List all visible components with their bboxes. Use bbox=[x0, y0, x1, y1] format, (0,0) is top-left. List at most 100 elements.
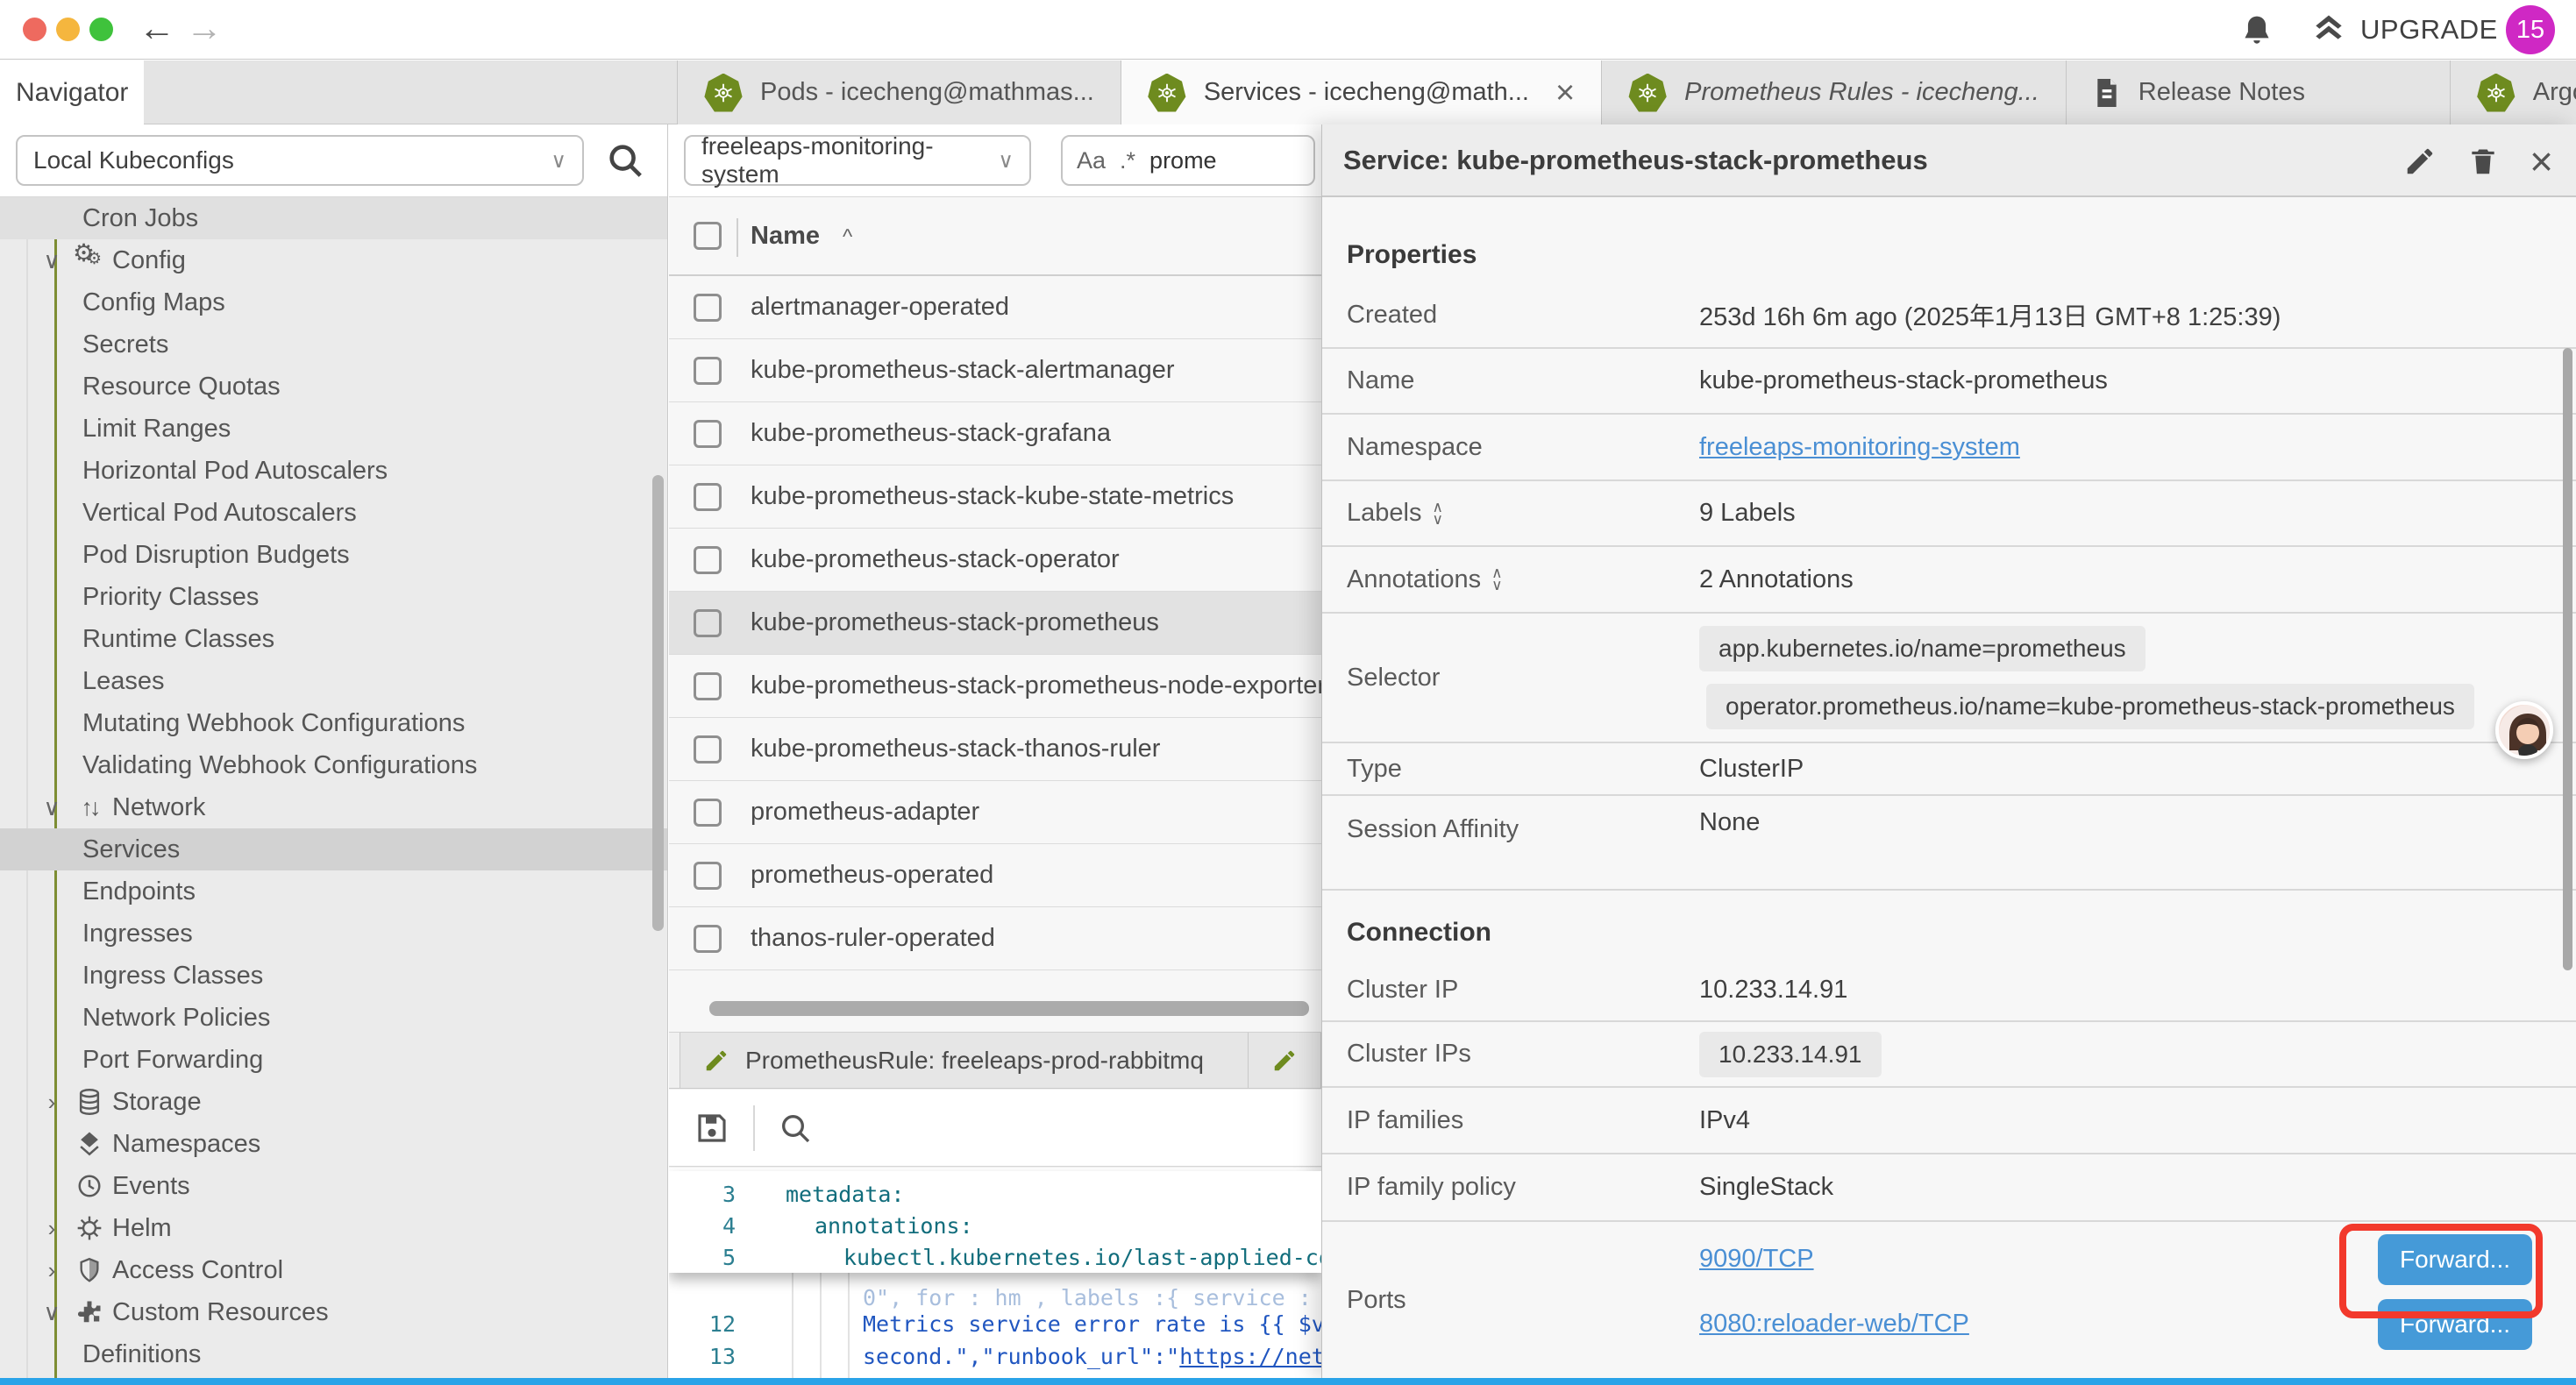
toolbar-divider bbox=[753, 1105, 755, 1151]
notification-count-badge[interactable]: 15 bbox=[2506, 5, 2555, 54]
port-link[interactable]: 8080:reloader-web/TCP bbox=[1699, 1310, 1969, 1339]
sidebar-item-namespaces[interactable]: Namespaces bbox=[0, 1123, 667, 1165]
sidebar-item-mutating-webhook-configurations[interactable]: Mutating Webhook Configurations bbox=[0, 702, 667, 744]
yaml-code-view[interactable]: 0", for : hm , labels :{ service : 12Met… bbox=[669, 1168, 1321, 1378]
detail-value: kube-prometheus-stack-prometheus bbox=[1699, 366, 2108, 395]
kubeconfig-source-select[interactable]: Local Kubeconfigs ∨ bbox=[16, 135, 584, 186]
regex-toggle[interactable]: .* bbox=[1120, 147, 1135, 174]
table-horizontal-scrollbar[interactable] bbox=[709, 1001, 1309, 1016]
tab-release[interactable]: Release Notes bbox=[2067, 60, 2451, 124]
search-icon[interactable] bbox=[605, 140, 645, 181]
editor-search-button[interactable] bbox=[778, 1111, 813, 1146]
row-checkbox[interactable] bbox=[694, 799, 722, 827]
edit-pencil-button[interactable] bbox=[2403, 145, 2437, 178]
close-tab-icon[interactable]: × bbox=[1555, 80, 1575, 106]
editor-tab-prometheusrule[interactable]: PrometheusRule: freeleaps-prod-rabbitmq bbox=[680, 1033, 1249, 1088]
sidebar-item-ingress-classes[interactable]: Ingress Classes bbox=[0, 955, 667, 997]
delete-trash-button[interactable] bbox=[2466, 145, 2500, 178]
match-case-toggle[interactable]: Aa bbox=[1077, 147, 1106, 174]
avatar[interactable] bbox=[2495, 701, 2553, 759]
sidebar-item-leases[interactable]: Leases bbox=[0, 660, 667, 702]
row-checkbox[interactable] bbox=[694, 609, 722, 637]
sidebar-item-network[interactable]: ∨↑↓Network bbox=[0, 786, 667, 828]
section-heading-connection: Connection bbox=[1322, 891, 2576, 960]
detail-scrollbar[interactable] bbox=[2563, 348, 2572, 970]
row-checkbox[interactable] bbox=[694, 357, 722, 385]
notifications-bell-icon[interactable] bbox=[2238, 12, 2276, 51]
filter-search-input[interactable]: Aa .* prome bbox=[1061, 135, 1315, 186]
zoom-window-button[interactable] bbox=[89, 18, 113, 41]
expand-collapse-icon[interactable]: ∧∨ bbox=[1491, 567, 1502, 592]
minimize-window-button[interactable] bbox=[56, 18, 80, 41]
save-button[interactable] bbox=[694, 1110, 730, 1147]
chevron-down-icon[interactable]: ∨ bbox=[39, 1299, 65, 1326]
sidebar-item-network-policies[interactable]: Network Policies bbox=[0, 997, 667, 1039]
tab-prometheus[interactable]: Prometheus Rules - icecheng... bbox=[1602, 60, 2067, 124]
forward-icon[interactable]: → bbox=[186, 7, 223, 49]
sidebar-item-endpoints[interactable]: Endpoints bbox=[0, 870, 667, 913]
sidebar-item-events[interactable]: Events bbox=[0, 1165, 667, 1207]
table-row[interactable]: alertmanager-operated bbox=[669, 276, 1321, 339]
sidebar-item-config[interactable]: ∨⚙⚙Config bbox=[0, 239, 667, 281]
row-checkbox[interactable] bbox=[694, 420, 722, 448]
table-row[interactable]: prometheus-operated bbox=[669, 844, 1321, 907]
sidebar-item-definitions[interactable]: Definitions bbox=[0, 1333, 667, 1375]
row-checkbox[interactable] bbox=[694, 735, 722, 764]
chevron-right-icon[interactable]: › bbox=[39, 1257, 65, 1284]
sidebar-scrollbar[interactable] bbox=[652, 475, 664, 931]
code-link[interactable]: https://net bbox=[1179, 1344, 1321, 1369]
table-row[interactable]: kube-prometheus-stack-prometheus-node-ex… bbox=[669, 655, 1321, 718]
sidebar-item-ingresses[interactable]: Ingresses bbox=[0, 913, 667, 955]
sidebar-item-cron-jobs[interactable]: Cron Jobs bbox=[0, 197, 667, 239]
row-checkbox[interactable] bbox=[694, 862, 722, 890]
row-checkbox[interactable] bbox=[694, 294, 722, 322]
upgrade-button[interactable]: UPGRADE bbox=[2309, 11, 2498, 49]
row-checkbox[interactable] bbox=[694, 672, 722, 700]
sidebar-item-runtime-classes[interactable]: Runtime Classes bbox=[0, 618, 667, 660]
sidebar-item-pod-disruption-budgets[interactable]: Pod Disruption Budgets bbox=[0, 534, 667, 576]
close-window-button[interactable] bbox=[23, 18, 46, 41]
tab-pods[interactable]: Pods - icecheng@mathmas... bbox=[678, 60, 1121, 124]
sidebar-item-access-control[interactable]: ›Access Control bbox=[0, 1249, 667, 1291]
sidebar-item-vertical-pod-autoscalers[interactable]: Vertical Pod Autoscalers bbox=[0, 492, 667, 534]
sidebar-item-secrets[interactable]: Secrets bbox=[0, 323, 667, 366]
row-checkbox[interactable] bbox=[694, 925, 722, 953]
table-row[interactable]: kube-prometheus-stack-operator bbox=[669, 529, 1321, 592]
sidebar-item-resource-quotas[interactable]: Resource Quotas bbox=[0, 366, 667, 408]
row-checkbox[interactable] bbox=[694, 483, 722, 511]
sidebar-item-horizontal-pod-autoscalers[interactable]: Horizontal Pod Autoscalers bbox=[0, 450, 667, 492]
expand-collapse-icon[interactable]: ∧∨ bbox=[1432, 501, 1442, 526]
sidebar-item-storage[interactable]: ›Storage bbox=[0, 1081, 667, 1123]
tab-services[interactable]: Services - icecheng@math...× bbox=[1121, 60, 1602, 124]
table-row[interactable]: kube-prometheus-stack-alertmanager bbox=[669, 339, 1321, 402]
chevron-right-icon[interactable]: › bbox=[39, 1215, 65, 1242]
table-row[interactable]: kube-prometheus-stack-thanos-ruler bbox=[669, 718, 1321, 781]
table-row[interactable]: kube-prometheus-stack-grafana bbox=[669, 402, 1321, 465]
service-name-cell: kube-prometheus-stack-operator bbox=[669, 545, 1120, 574]
namespace-select[interactable]: freeleaps-monitoring-system ∨ bbox=[684, 135, 1031, 186]
sidebar-item-limit-ranges[interactable]: Limit Ranges bbox=[0, 408, 667, 450]
chevron-down-icon[interactable]: ∨ bbox=[39, 247, 65, 274]
sidebar-item-priority-classes[interactable]: Priority Classes bbox=[0, 576, 667, 618]
select-all-checkbox[interactable] bbox=[694, 222, 722, 250]
port-link[interactable]: 9090/TCP bbox=[1699, 1245, 1814, 1274]
back-icon[interactable]: ← bbox=[139, 7, 175, 49]
editor-tab-partial[interactable] bbox=[1249, 1033, 1321, 1088]
namespace-link[interactable]: freeleaps-monitoring-system bbox=[1699, 433, 2020, 462]
table-row[interactable]: kube-prometheus-stack-prometheus bbox=[669, 592, 1321, 655]
sidebar-item-validating-webhook-configurations[interactable]: Validating Webhook Configurations bbox=[0, 744, 667, 786]
table-row[interactable]: thanos-ruler-operated bbox=[669, 907, 1321, 970]
close-icon[interactable]: × bbox=[2530, 145, 2553, 178]
sidebar-item-services[interactable]: Services bbox=[0, 828, 667, 870]
sidebar-item-config-maps[interactable]: Config Maps bbox=[0, 281, 667, 323]
chevron-down-icon[interactable]: ∨ bbox=[39, 794, 65, 821]
sidebar-item-helm[interactable]: ›Helm bbox=[0, 1207, 667, 1249]
table-row[interactable]: prometheus-adapter bbox=[669, 781, 1321, 844]
sidebar-item-port-forwarding[interactable]: Port Forwarding bbox=[0, 1039, 667, 1081]
sidebar-item-custom-resources[interactable]: ∨Custom Resources bbox=[0, 1291, 667, 1333]
table-row[interactable]: kube-prometheus-stack-kube-state-metrics bbox=[669, 465, 1321, 529]
tab-argo[interactable]: Argo Se bbox=[2451, 60, 2576, 124]
navigator-panel-tab[interactable]: Navigator bbox=[0, 60, 144, 124]
row-checkbox[interactable] bbox=[694, 546, 722, 574]
chevron-right-icon[interactable]: › bbox=[39, 1089, 65, 1116]
